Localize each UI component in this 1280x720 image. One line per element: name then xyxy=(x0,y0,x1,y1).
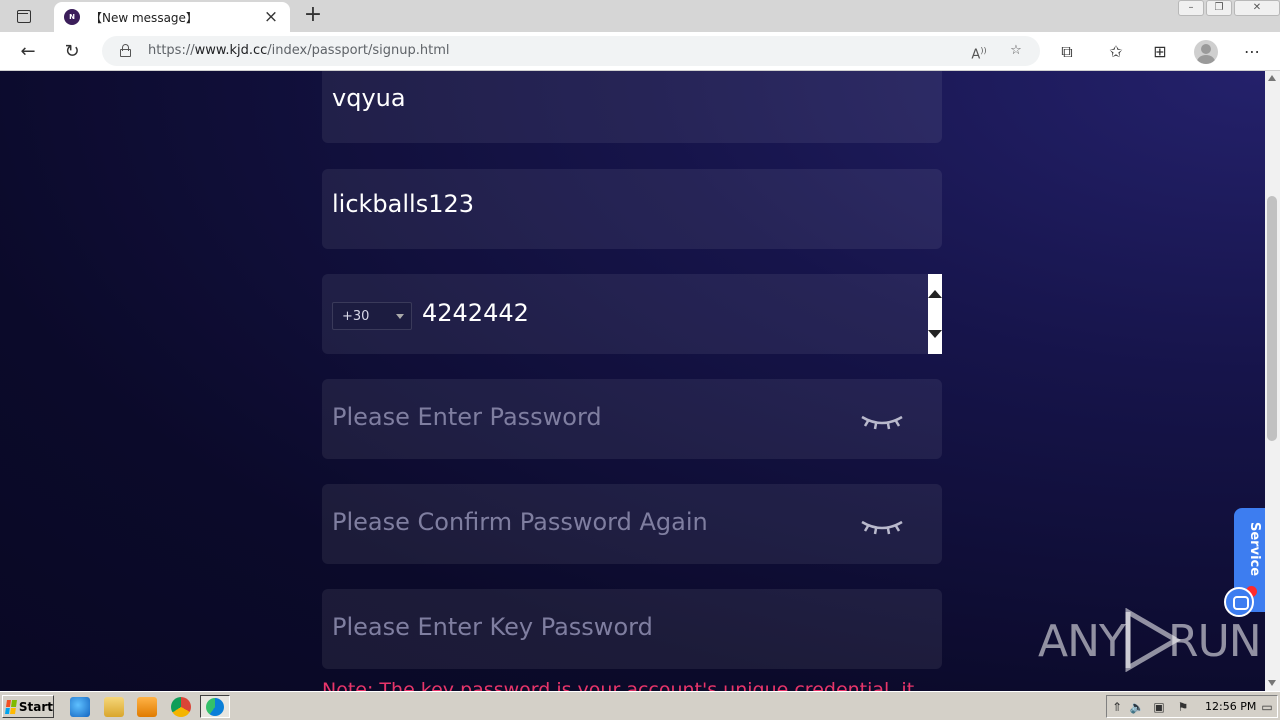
profile-avatar-icon[interactable] xyxy=(1194,40,1218,64)
read-aloud-icon[interactable]: A)) xyxy=(969,41,989,62)
taskbar-clock: 12:56 PM xyxy=(1205,700,1257,713)
start-label: Start xyxy=(18,699,53,714)
page-scrollbar[interactable] xyxy=(1265,71,1280,691)
edge-icon xyxy=(206,698,224,716)
confirm-password-placeholder: Please Confirm Password Again xyxy=(332,508,708,536)
taskbar-edge-button[interactable] xyxy=(200,695,230,718)
watermark-right-text: RUN xyxy=(1168,616,1262,667)
tab-close-icon[interactable]: × xyxy=(262,8,280,26)
add-favorite-icon[interactable]: ☆ xyxy=(1006,41,1026,61)
watermark-left-text: ANY xyxy=(1038,616,1126,667)
site-favicon-icon: N xyxy=(64,9,80,25)
phone-field: +30 4242442 xyxy=(322,274,942,354)
username-field[interactable]: vqyua xyxy=(322,71,942,143)
url-text: https://www.kjd.cc/index/passport/signup… xyxy=(148,43,450,58)
favorites-icon[interactable]: ✩ xyxy=(1104,40,1128,64)
spinner-down-icon[interactable] xyxy=(928,330,942,338)
tab-actions-icon[interactable] xyxy=(8,5,40,27)
internet-explorer-icon[interactable] xyxy=(70,697,90,717)
minimize-icon[interactable]: – xyxy=(1178,0,1204,16)
chevron-down-icon xyxy=(396,314,404,319)
scroll-thumb[interactable] xyxy=(1267,196,1277,441)
volume-icon[interactable]: 🔈 xyxy=(1129,699,1145,715)
browser-toolbar: ← ↻ https://www.kjd.cc/index/passport/si… xyxy=(0,32,1280,71)
back-arrow-icon[interactable]: ← xyxy=(16,40,40,64)
key-password-field[interactable]: Please Enter Key Password xyxy=(322,589,942,669)
windows-logo-icon xyxy=(5,699,17,714)
eye-closed-icon[interactable] xyxy=(858,514,906,536)
eye-closed-icon[interactable] xyxy=(858,409,906,431)
key-password-note: Note: The key password is your account's… xyxy=(322,679,915,691)
tab-title: 【New message】 xyxy=(90,10,198,25)
country-code-value: +30 xyxy=(342,309,370,324)
network-icon[interactable]: ▣ xyxy=(1151,699,1167,715)
invite-code-value: lickballs123 xyxy=(332,190,475,218)
confirm-password-field[interactable]: Please Confirm Password Again xyxy=(322,484,942,564)
scroll-up-icon[interactable] xyxy=(1268,75,1276,81)
browser-tab[interactable]: N 【New message】 × xyxy=(54,2,290,32)
password-field[interactable]: Please Enter Password xyxy=(322,379,942,459)
service-label: Service xyxy=(1247,522,1262,577)
lock-icon[interactable] xyxy=(120,44,131,57)
window-close-icon[interactable]: ✕ xyxy=(1234,0,1280,16)
window-controls: – ❐ ✕ xyxy=(1176,0,1280,18)
username-value: vqyua xyxy=(332,84,406,112)
invite-code-field[interactable]: lickballs123 xyxy=(322,169,942,249)
phone-input[interactable]: 4242442 xyxy=(422,299,529,327)
show-desktop-icon[interactable]: ▭ xyxy=(1259,699,1275,715)
chat-icon[interactable] xyxy=(1224,587,1254,617)
taskbar: Start ⇑ 🔈 ▣ ⚑ 12:56 PM ▭ xyxy=(0,691,1280,720)
action-center-flag-icon[interactable]: ⚑ xyxy=(1175,699,1191,715)
media-player-icon[interactable] xyxy=(137,697,157,717)
browser-tab-strip: N 【New message】 × + – ❐ ✕ xyxy=(0,0,1280,32)
new-tab-icon[interactable]: + xyxy=(300,3,326,29)
extensions-icon[interactable]: ⧉ xyxy=(1055,40,1079,64)
start-button[interactable]: Start xyxy=(2,695,54,718)
more-menu-icon[interactable]: ⋯ xyxy=(1240,40,1264,64)
number-spinner[interactable] xyxy=(928,274,942,354)
system-tray: ⇑ 🔈 ▣ ⚑ 12:56 PM ▭ xyxy=(1106,695,1278,718)
password-placeholder: Please Enter Password xyxy=(332,403,602,431)
spinner-up-icon[interactable] xyxy=(928,290,942,298)
restore-icon[interactable]: ❐ xyxy=(1206,0,1232,16)
tray-expand-icon[interactable]: ⇑ xyxy=(1109,699,1125,715)
country-code-select[interactable]: +30 xyxy=(332,302,412,330)
page-viewport: vqyua lickballs123 +30 4242442 Please En… xyxy=(0,71,1265,691)
scroll-down-icon[interactable] xyxy=(1268,680,1276,686)
address-bar[interactable]: https://www.kjd.cc/index/passport/signup… xyxy=(102,36,1040,66)
file-explorer-icon[interactable] xyxy=(104,697,124,717)
key-password-placeholder: Please Enter Key Password xyxy=(332,613,653,641)
anyrun-watermark: ANY RUN xyxy=(1038,606,1262,676)
refresh-icon[interactable]: ↻ xyxy=(60,40,84,64)
collections-icon[interactable]: ⊞ xyxy=(1148,40,1172,64)
chrome-icon[interactable] xyxy=(171,697,191,717)
